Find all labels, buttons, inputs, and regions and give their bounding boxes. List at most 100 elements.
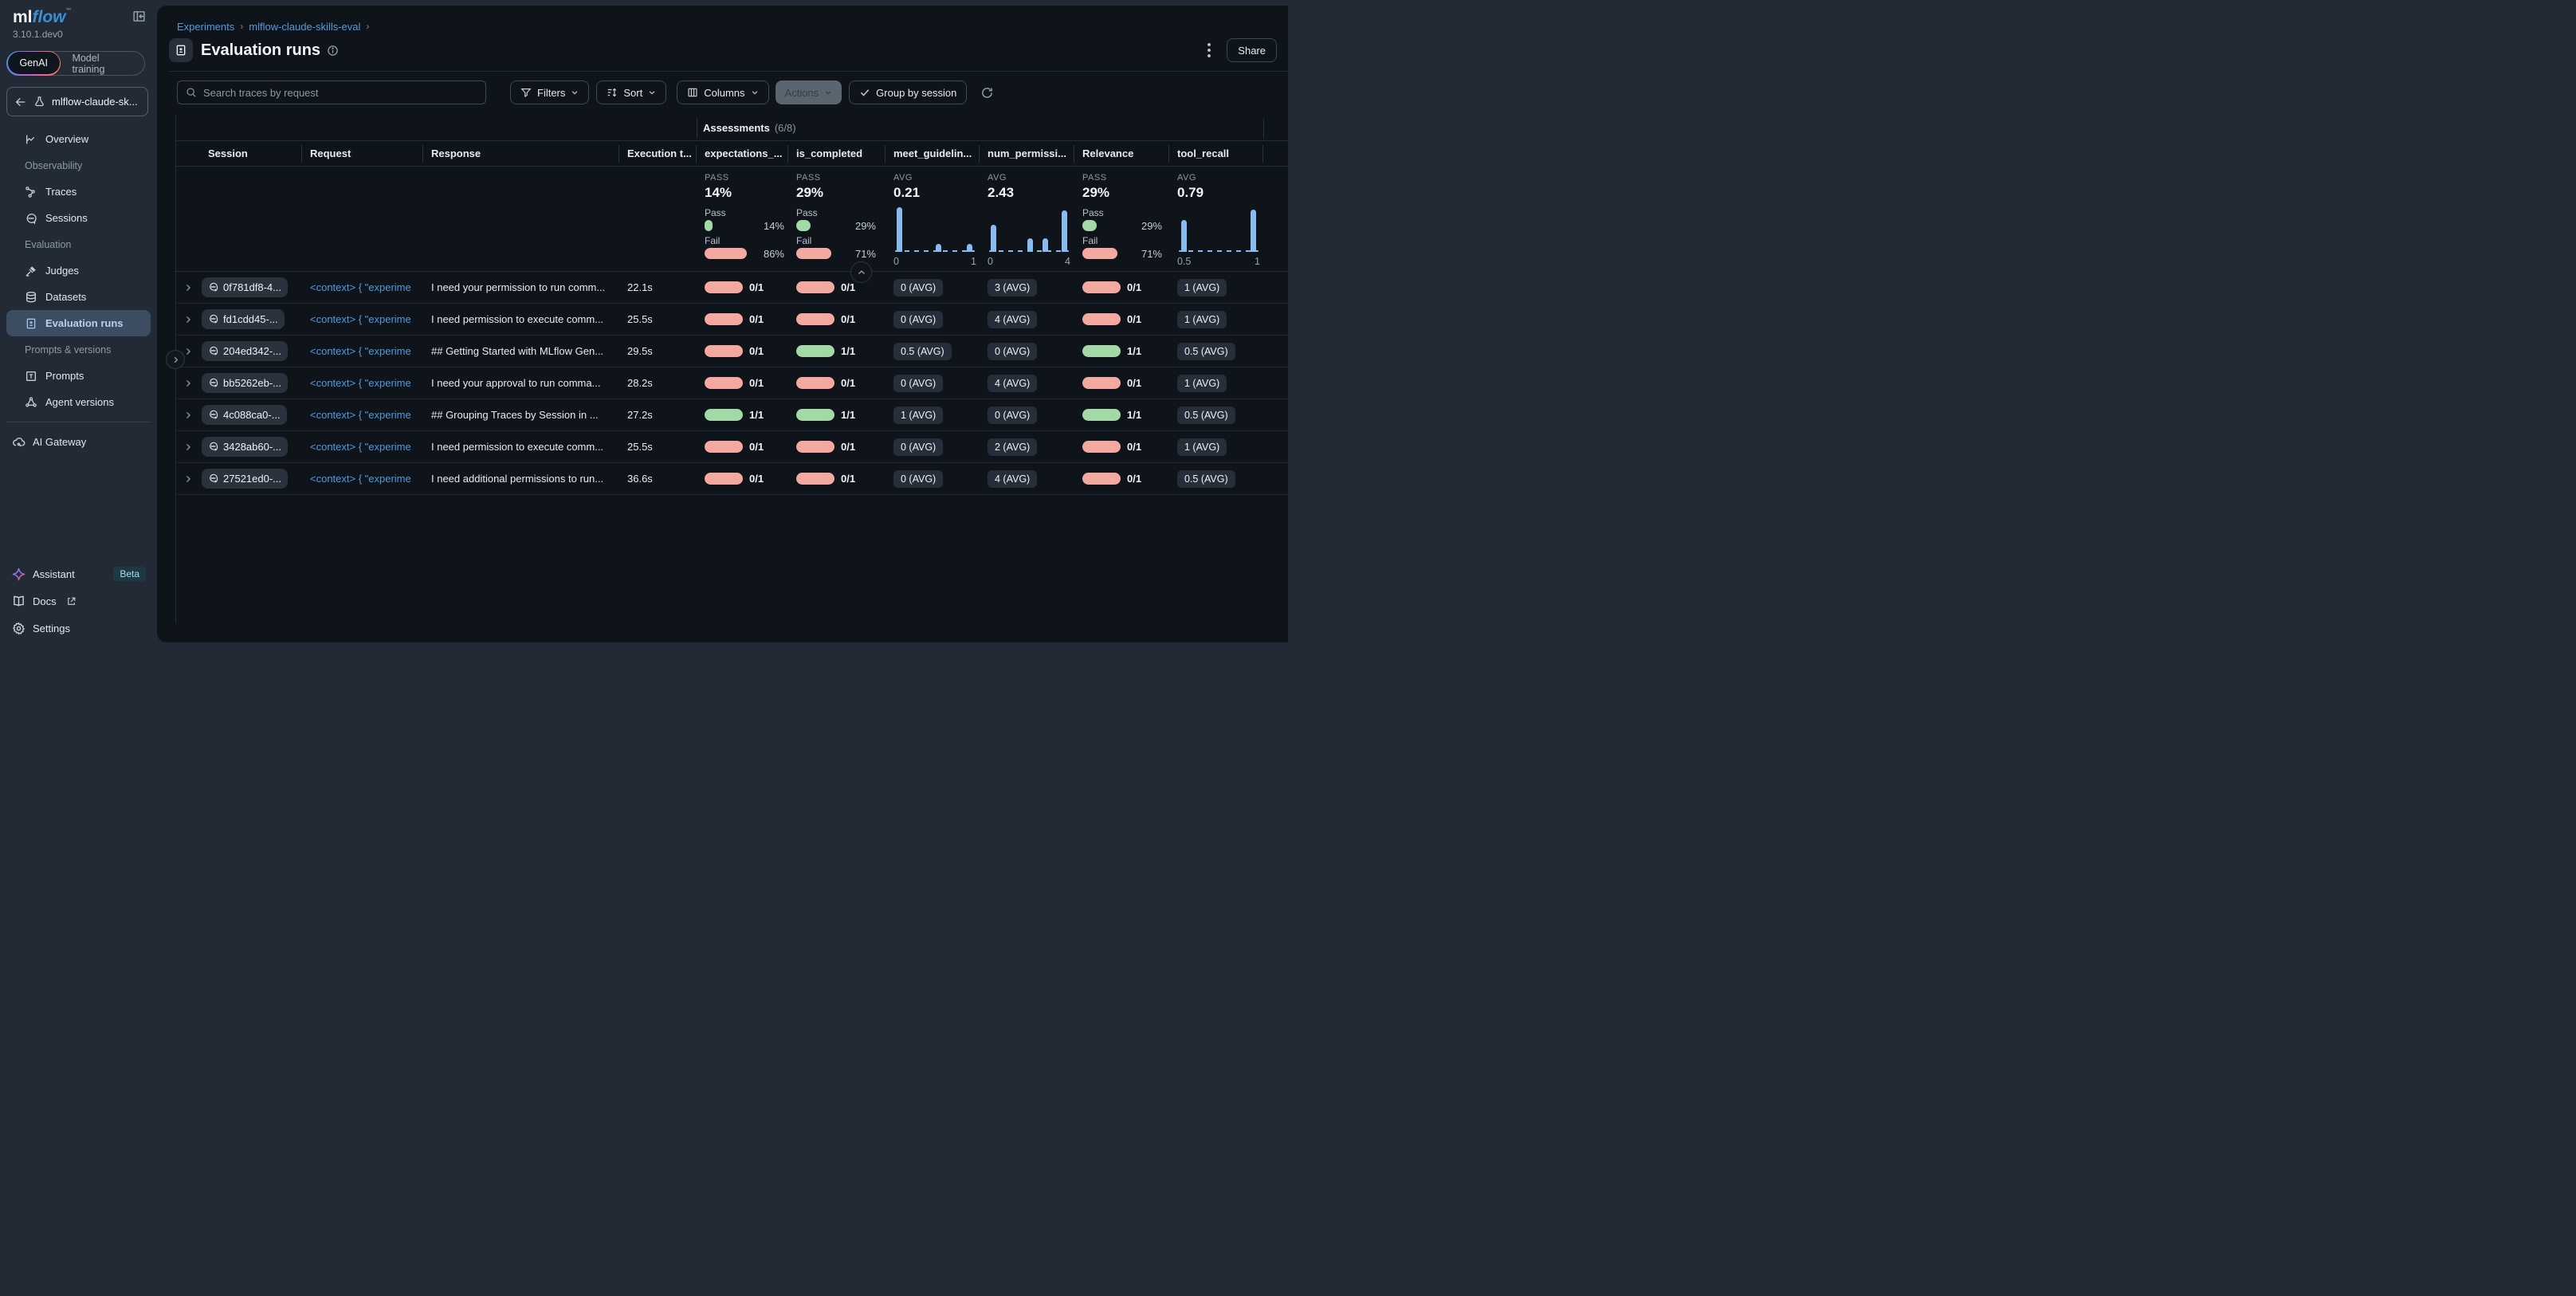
avg-badge: 0.5 (AVG) <box>893 343 952 360</box>
sidebar-item-prompts[interactable]: Prompts <box>0 363 157 389</box>
session-chip[interactable]: fd1cdd45-... <box>202 309 285 329</box>
row-expander-icon[interactable] <box>176 283 200 293</box>
session-chip[interactable]: bb5262eb-... <box>202 373 288 393</box>
request-link[interactable]: <context> { "experime <box>302 313 423 325</box>
breadcrumb: Experiments › mlflow-claude-skills-eval … <box>157 6 1288 33</box>
sidebar-item-traces[interactable]: Traces <box>0 179 157 205</box>
pass-fail-legend: Pass 29% Fail 71% <box>1082 207 1159 259</box>
response-text: I need permission to execute comm... <box>423 313 619 325</box>
row-expander-icon[interactable] <box>176 315 200 324</box>
request-link[interactable]: <context> { "experime <box>302 377 423 389</box>
request-link[interactable]: <context> { "experime <box>302 409 423 421</box>
row-expander-icon[interactable] <box>176 442 200 452</box>
table-row[interactable]: 27521ed0-...<context> { "experimeI need … <box>176 463 1288 495</box>
row-expander-icon[interactable] <box>176 379 200 388</box>
collapse-summary-button[interactable] <box>850 261 872 283</box>
sidebar-item-datasets[interactable]: Datasets <box>0 284 157 310</box>
session-chip[interactable]: 204ed342-... <box>202 341 288 361</box>
search-box[interactable] <box>177 81 486 104</box>
assessment-cell: 0/1 <box>697 377 788 389</box>
fail-pill <box>796 377 834 389</box>
breadcrumb-experiment-name[interactable]: mlflow-claude-skills-eval <box>249 21 360 33</box>
summary-type-label: PASS <box>705 173 788 183</box>
chevron-down-icon <box>648 88 656 96</box>
session-chip[interactable]: 27521ed0-... <box>202 469 288 489</box>
sidebar-item-evaluation-runs[interactable]: Evaluation runs <box>6 310 151 336</box>
fail-pill <box>1082 281 1121 293</box>
table-row[interactable]: 4c088ca0-...<context> { "experime## Grou… <box>176 399 1288 431</box>
fail-pill <box>1082 441 1121 453</box>
session-chip[interactable]: 4c088ca0-... <box>202 405 287 425</box>
filters-button[interactable]: Filters <box>510 81 589 104</box>
column-header-expectations[interactable]: expectations_... <box>697 145 788 163</box>
sort-button[interactable]: Sort <box>596 81 666 104</box>
collapse-sidebar-icon[interactable] <box>132 8 146 23</box>
assessment-cell: 0 (AVG) <box>886 279 980 297</box>
session-chip[interactable]: 0f781df8-4... <box>202 277 288 297</box>
overflow-menu-icon[interactable] <box>1203 40 1215 61</box>
info-icon[interactable] <box>327 45 339 57</box>
columns-button[interactable]: Columns <box>677 81 768 104</box>
table-row[interactable]: 3428ab60-...<context> { "experimeI need … <box>176 431 1288 463</box>
breadcrumb-experiments[interactable]: Experiments <box>177 21 234 33</box>
column-header-request[interactable]: Request <box>302 145 423 163</box>
fail-pill <box>796 281 834 293</box>
request-link[interactable]: <context> { "experime <box>302 473 423 485</box>
sidebar-item-agent-versions[interactable]: Agent versions <box>0 389 157 415</box>
actions-button[interactable]: Actions <box>776 81 842 104</box>
row-expander-icon[interactable] <box>176 474 200 484</box>
request-link[interactable]: <context> { "experime <box>302 345 423 357</box>
summary-type-label: AVG <box>1177 173 1263 183</box>
tab-model-training[interactable]: Model training <box>61 53 144 75</box>
column-header-response[interactable]: Response <box>423 145 619 163</box>
sidebar-item-sessions[interactable]: Sessions <box>0 205 157 231</box>
sidebar-item-ai-gateway[interactable]: AI Gateway <box>0 429 157 455</box>
column-header-tool-recall[interactable]: tool_recall <box>1169 145 1263 163</box>
column-header-session[interactable]: Session <box>200 145 302 163</box>
column-header-is-completed[interactable]: is_completed <box>788 145 886 163</box>
avg-badge: 1 (AVG) <box>1177 279 1227 297</box>
table-row[interactable]: 204ed342-...<context> { "experime## Gett… <box>176 336 1288 367</box>
request-link[interactable]: <context> { "experime <box>302 281 423 293</box>
histogram-axis: 01 <box>893 256 976 267</box>
tab-genai[interactable]: GenAI <box>8 52 60 74</box>
pass-percent: 29% <box>855 220 876 232</box>
sidebar-item-judges[interactable]: Judges <box>0 257 157 284</box>
avg-badge: 1 (AVG) <box>893 406 943 424</box>
avg-badge: 4 (AVG) <box>988 470 1037 488</box>
table-row[interactable]: 0f781df8-4...<context> { "experimeI need… <box>176 272 1288 304</box>
sidebar-item-overview[interactable]: Overview <box>0 126 157 152</box>
refresh-icon[interactable] <box>980 86 994 100</box>
assessment-cell: 0.5 (AVG) <box>1169 406 1263 424</box>
column-header-execution-time[interactable]: Execution t... <box>619 145 697 163</box>
share-button[interactable]: Share <box>1227 38 1277 62</box>
assessment-cell: 1/1 <box>697 409 788 421</box>
session-id: 4c088ca0-... <box>223 409 281 421</box>
response-text: I need your approval to run comma... <box>423 377 619 389</box>
search-input[interactable] <box>203 87 477 99</box>
sidebar-item-assistant[interactable]: Assistant Beta <box>0 560 157 587</box>
column-header-num-permissions[interactable]: num_permissi... <box>980 145 1074 163</box>
column-header-relevance[interactable]: Relevance <box>1074 145 1169 163</box>
assessment-cell: 4 (AVG) <box>980 470 1074 488</box>
sidebar-item-docs[interactable]: Docs <box>0 587 157 615</box>
histogram-bar <box>991 225 996 252</box>
column-header-meet-guidelines[interactable]: meet_guidelin... <box>886 145 980 163</box>
execution-time: 27.2s <box>619 409 697 421</box>
expand-panel-handle[interactable] <box>166 350 185 369</box>
table-row[interactable]: fd1cdd45-... <context> { "experimeI need … <box>176 304 1288 336</box>
mode-toggle[interactable]: GenAI Model training <box>6 51 145 76</box>
sidebar-item-settings[interactable]: Settings <box>0 615 157 642</box>
session-id: 204ed342-... <box>223 345 281 357</box>
request-link[interactable]: <context> { "experime <box>302 441 423 453</box>
speech-bubble-icon <box>208 378 218 388</box>
experiment-selector[interactable]: mlflow-claude-sk... <box>6 87 148 116</box>
chevron-down-icon <box>571 88 579 96</box>
avg-badge: 0.5 (AVG) <box>1177 470 1235 488</box>
database-icon <box>25 291 37 304</box>
histogram-bar <box>1181 220 1187 252</box>
table-row[interactable]: bb5262eb-... <context> { "experimeI need … <box>176 367 1288 399</box>
group-by-session-button[interactable]: Group by session <box>849 81 967 104</box>
session-chip[interactable]: 3428ab60-... <box>202 437 288 457</box>
row-expander-icon[interactable] <box>176 410 200 420</box>
